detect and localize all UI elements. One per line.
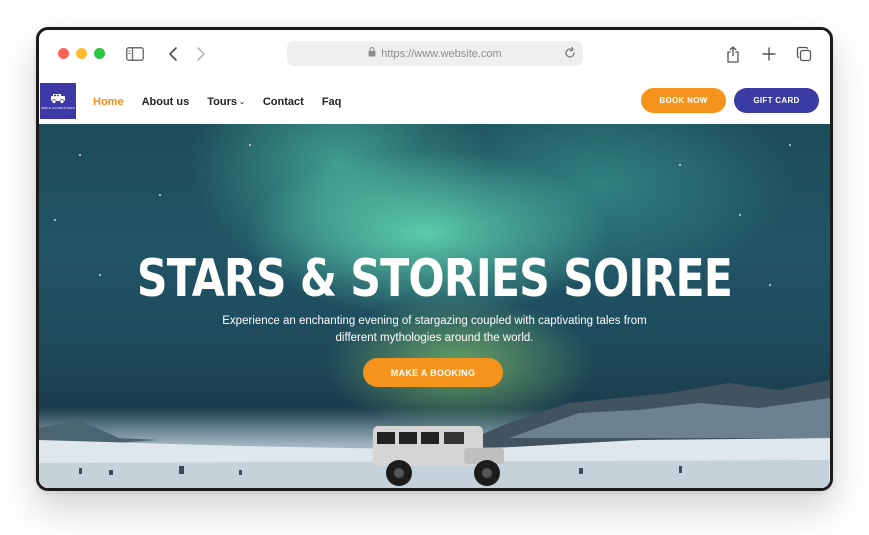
gift-card-button[interactable]: GIFT CARD [734,88,819,113]
nav-item-tours[interactable]: Tours ⌄ [207,96,245,108]
close-window-button[interactable] [58,48,69,59]
nav-item-about-us[interactable]: About us [142,96,190,108]
site-header: SMILE ADVENTURES Home About us Tours ⌄ Co… [39,82,830,124]
site-logo[interactable]: SMILE ADVENTURES [40,83,76,119]
back-arrow-icon[interactable] [163,44,183,64]
url-text: https://www.website.com [381,47,502,60]
browser-window: https://www.website.com SMILE ADVENTURES… [36,27,833,491]
tabs-overview-icon[interactable] [794,44,814,64]
minimize-window-button[interactable] [76,48,87,59]
hero-title: STARS & STORIES SOIREE [136,249,733,309]
nav-item-faq[interactable]: Faq [322,96,342,108]
reload-icon[interactable] [563,46,577,60]
browser-toolbar: https://www.website.com [39,30,830,82]
forward-arrow-icon[interactable] [191,44,211,64]
main-navigation: Home About us Tours ⌄ Contact Faq [93,96,341,108]
lock-icon [368,47,376,60]
chevron-down-icon: ⌄ [238,99,245,106]
nav-item-tours-label: Tours [207,96,237,108]
make-a-booking-button[interactable]: MAKE A BOOKING [363,358,503,387]
hero-section: STARS & STORIES SOIREE Experience an enc… [39,124,830,488]
share-icon[interactable] [723,44,743,64]
book-now-button[interactable]: BOOK NOW [641,88,726,113]
logo-text: SMILE ADVENTURES [41,105,75,110]
sidebar-toggle-icon[interactable] [125,44,145,64]
nav-item-home[interactable]: Home [93,96,124,108]
maximize-window-button[interactable] [94,48,105,59]
address-bar[interactable]: https://www.website.com [287,41,583,66]
jeep-logo-icon [51,93,65,104]
new-tab-plus-icon[interactable] [759,44,779,64]
hero-subtitle: Experience an enchanting evening of star… [222,315,647,344]
nav-item-contact[interactable]: Contact [263,96,304,108]
